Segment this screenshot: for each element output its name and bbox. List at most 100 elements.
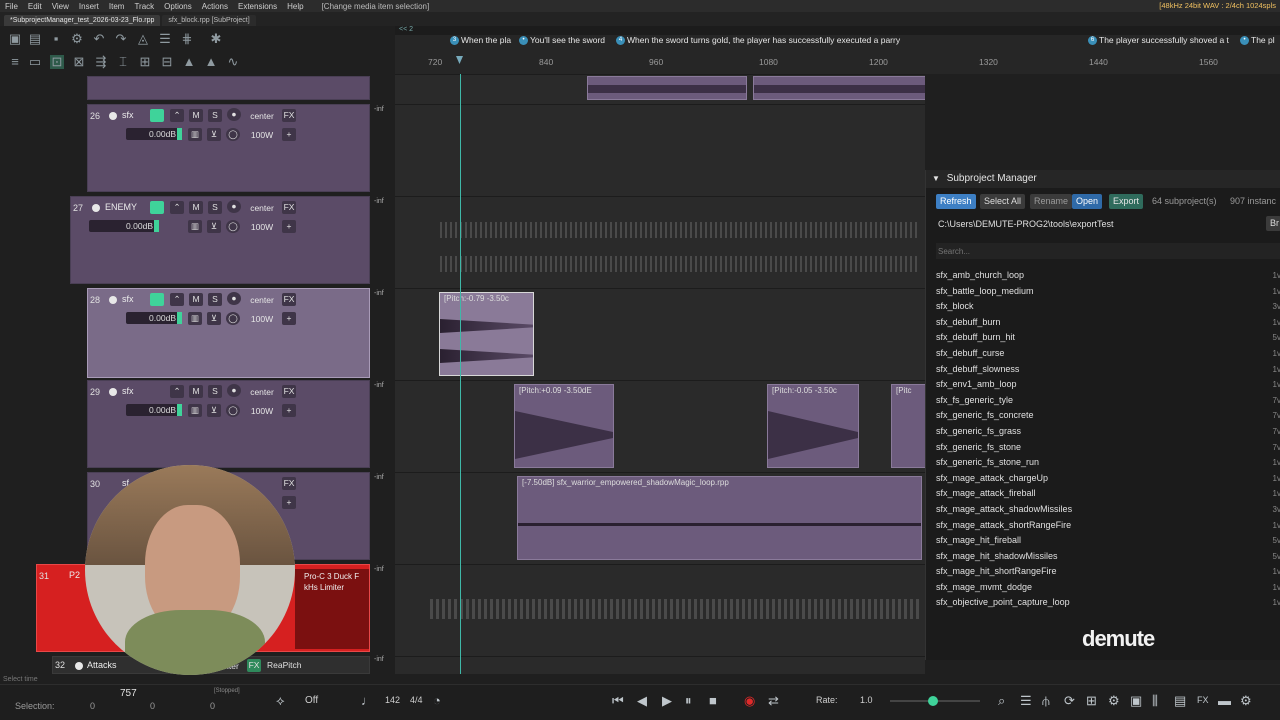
envelope-icon[interactable]: ⌃ xyxy=(170,293,184,306)
volume-knob-icon[interactable]: ● xyxy=(227,200,241,213)
mute-button[interactable]: M xyxy=(189,385,203,398)
route-icon[interactable]: ⊻ xyxy=(207,312,221,325)
add-fx-icon[interactable]: + xyxy=(282,128,296,141)
width-knob-icon[interactable]: ◯ xyxy=(226,312,240,325)
subproject-list-item[interactable]: sfx_battle_loop_medium 1v xyxy=(936,284,1280,300)
snap-icon[interactable]: ⊞ xyxy=(138,55,152,69)
record-arm-icon[interactable] xyxy=(75,662,83,670)
volume-fader[interactable]: 0.00dB xyxy=(126,128,182,140)
menu-file[interactable]: File xyxy=(5,2,18,11)
track-name[interactable]: sfx xyxy=(122,294,134,304)
width-knob-icon[interactable]: ◯ xyxy=(226,220,240,233)
subproject-list-item[interactable]: sfx_block 3v xyxy=(936,299,1280,315)
snap-value[interactable]: Off xyxy=(305,695,318,706)
open-project-icon[interactable]: ▤ xyxy=(28,32,42,46)
track-name[interactable]: sfx xyxy=(122,386,134,396)
subproject-list-item[interactable]: sfx_debuff_burn_hit 5v xyxy=(936,330,1280,346)
subproject-list-item[interactable]: sfx_debuff_burn 1v xyxy=(936,315,1280,331)
preferences-icon[interactable]: ✱ xyxy=(209,32,223,46)
menu-item[interactable]: Item xyxy=(109,2,125,11)
open-button[interactable]: Open xyxy=(1072,194,1103,209)
tab-main-project[interactable]: *SubprojectManager_test_2026-03-23_Flo.r… xyxy=(4,15,161,26)
bpm-value[interactable]: 142 xyxy=(385,695,400,705)
meter-icon[interactable]: ▥ xyxy=(188,128,202,141)
track-29[interactable]: 29 sfx ⌃ M S ● center FX 0.00dB ▥ ⊻ ◯ 10… xyxy=(87,380,370,468)
track-name[interactable]: P2 xyxy=(69,570,80,580)
mute-button[interactable]: M xyxy=(189,293,203,306)
fx-browser-icon[interactable]: FX xyxy=(1197,695,1209,705)
width-label[interactable]: 100W xyxy=(244,129,280,141)
marker-icon[interactable]: ▲ xyxy=(204,55,218,69)
menu-insert[interactable]: Insert xyxy=(79,2,99,11)
menu-help[interactable]: Help xyxy=(287,2,303,11)
fx-button[interactable]: FX xyxy=(282,385,296,398)
solo-button[interactable]: S xyxy=(208,109,222,122)
region-marker[interactable]: • You'll see the sword xyxy=(519,34,605,46)
fx-chain-list[interactable]: Pro-C 3 Duck F kHs Limiter xyxy=(295,569,369,649)
project-settings-icon[interactable]: ⚙ xyxy=(70,32,84,46)
width-label[interactable]: 100W xyxy=(244,405,280,417)
envelope-icon[interactable]: ⌃ xyxy=(170,385,184,398)
export-button[interactable]: Export xyxy=(1109,194,1144,209)
tap-tempo-icon[interactable]: ◔ xyxy=(433,694,441,708)
add-fx-icon[interactable]: + xyxy=(282,404,296,417)
volume-knob-icon[interactable]: ● xyxy=(227,384,241,397)
mixer-icon[interactable]: ⫼ xyxy=(1152,694,1158,708)
loop-icon[interactable]: ⇄ xyxy=(768,694,779,708)
envelope-icon[interactable]: ⊠ xyxy=(72,55,86,69)
tab-subproject[interactable]: sfx_block.rpp [SubProject] xyxy=(162,15,256,26)
meter-icon[interactable]: ▥ xyxy=(188,220,202,233)
mute-button[interactable]: M xyxy=(189,109,203,122)
track-name[interactable]: ENEMY xyxy=(105,202,137,212)
screen-icon[interactable]: ▣ xyxy=(1130,694,1142,708)
route-icon[interactable]: ⊻ xyxy=(207,404,221,417)
subproject-list-item[interactable]: sfx_fs_generic_tyle 7v xyxy=(936,393,1280,409)
subproject-list-item[interactable]: sfx_generic_fs_grass 7v xyxy=(936,424,1280,440)
volume-fader[interactable]: 0.00dB xyxy=(89,220,159,232)
record-arm-icon[interactable] xyxy=(109,112,117,120)
triangle-icon[interactable]: ▲ xyxy=(182,55,196,69)
refresh-icon[interactable]: ⟳ xyxy=(1064,694,1075,708)
lock-icon[interactable]: ▭ xyxy=(28,55,42,69)
snap-icon[interactable]: ⟡ xyxy=(276,694,285,708)
cursor-edit-icon[interactable]: ⌶ xyxy=(116,55,130,69)
solo-button[interactable]: S xyxy=(208,385,222,398)
volume-fader[interactable]: 0.00dB xyxy=(126,312,182,324)
track-26[interactable]: 26 sfx ⌃ M S ● center FX 0.00dB ▥ ⊻ ◯ 10… xyxy=(87,104,370,192)
refresh-button[interactable]: Refresh xyxy=(936,194,976,209)
metronome-icon[interactable]: ◬ xyxy=(136,32,150,46)
select-all-button[interactable]: Select All xyxy=(980,194,1026,209)
subproject-list-item[interactable]: sfx_debuff_curse 1v xyxy=(936,346,1280,362)
volume-knob-icon[interactable]: ● xyxy=(227,108,241,121)
window-icon[interactable]: ▬ xyxy=(1218,694,1231,708)
subproject-list-item[interactable]: sfx_objective_point_capture_loop 1v xyxy=(936,595,1280,611)
envelope-icon[interactable]: ⌃ xyxy=(170,109,184,122)
menu-actions[interactable]: Actions xyxy=(202,2,228,11)
subproject-list-item[interactable]: sfx_mage_mvmt_dodge 1v xyxy=(936,580,1280,596)
subproject-list-item[interactable]: sfx_mage_attack_shortRangeFire 1v xyxy=(936,518,1280,534)
media-item-selected[interactable]: [Pitch:-0.79 -3.50c xyxy=(439,292,534,376)
fx-button[interactable]: FX xyxy=(282,109,296,122)
subproject-list-item[interactable]: sfx_mage_hit_fireball 5v xyxy=(936,533,1280,549)
media-item[interactable] xyxy=(587,76,747,100)
menu-extensions[interactable]: Extensions xyxy=(238,2,277,11)
meter-icon[interactable]: ▥ xyxy=(188,312,202,325)
width-label[interactable]: 100W xyxy=(244,313,280,325)
solo-button[interactable]: S xyxy=(208,201,222,214)
wave-icon[interactable]: ∿ xyxy=(226,55,240,69)
pan-label[interactable]: center xyxy=(244,386,280,398)
search-input[interactable] xyxy=(936,243,1280,259)
list-icon[interactable]: ☰ xyxy=(1020,694,1032,708)
record-arm-icon[interactable] xyxy=(109,296,117,304)
new-project-icon[interactable]: ▣ xyxy=(8,32,22,46)
ripple-icon[interactable]: ≡ xyxy=(8,55,22,69)
track-name[interactable]: sfx xyxy=(122,110,134,120)
position-display[interactable]: 757 xyxy=(120,688,137,699)
track-27[interactable]: 27 ENEMY ⌃ M S ● center FX 0.00dB ▥ ⊻ ◯ … xyxy=(70,196,370,284)
menu-view[interactable]: View xyxy=(52,2,69,11)
redo-icon[interactable]: ↷ xyxy=(114,32,128,46)
route-icon[interactable]: ⊻ xyxy=(207,220,221,233)
panel-header[interactable]: ▼ Subproject Manager xyxy=(926,170,1280,188)
record-arm-icon[interactable] xyxy=(109,388,117,396)
subproject-list-item[interactable]: sfx_mage_hit_shadowMissiles 5v xyxy=(936,549,1280,565)
